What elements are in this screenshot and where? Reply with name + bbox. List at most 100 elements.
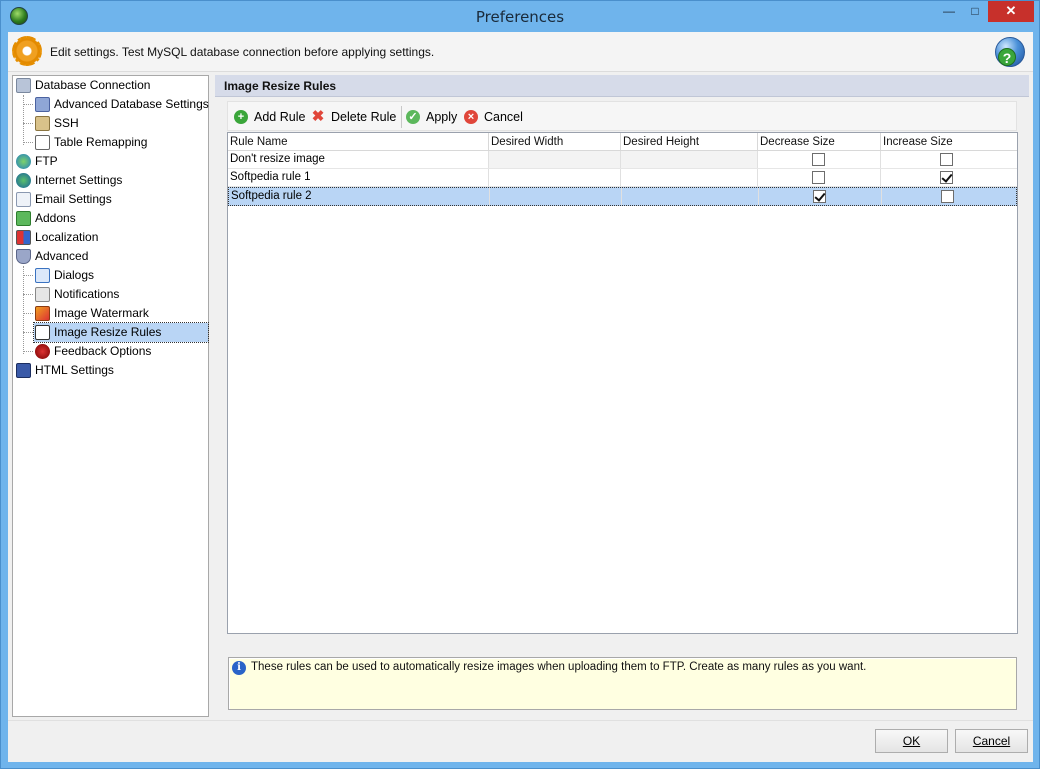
table-row[interactable]: Softpedia rule 2 bbox=[228, 187, 1017, 206]
database-icon bbox=[16, 78, 31, 93]
tree-item-addons[interactable]: Addons bbox=[15, 209, 76, 228]
decrease-size-checkbox[interactable] bbox=[812, 153, 825, 166]
cell-desired-height[interactable] bbox=[621, 151, 758, 168]
tree-item-advanced-database-settings[interactable]: Advanced Database Settings bbox=[34, 95, 209, 114]
tree-item-table-remapping[interactable]: Table Remapping bbox=[34, 133, 147, 152]
tree-item-advanced[interactable]: Advanced bbox=[15, 247, 88, 266]
tree-item-image-resize-rules[interactable]: Image Resize Rules bbox=[33, 322, 209, 343]
watermark-icon bbox=[35, 306, 50, 321]
tree-item-label: Internet Settings bbox=[35, 173, 123, 187]
settings-icon bbox=[35, 97, 50, 112]
preferences-window: Preferences — □ ✕ Edit settings. Test My… bbox=[0, 0, 1040, 769]
table-row[interactable]: Softpedia rule 1 bbox=[228, 169, 1017, 187]
cancel-icon: × bbox=[464, 110, 478, 124]
delete-rule-button[interactable]: ✖ Delete Rule bbox=[311, 108, 397, 126]
delete-icon: ✖ bbox=[311, 108, 325, 125]
table-row[interactable]: Don't resize image bbox=[228, 151, 1017, 169]
apply-label: Apply bbox=[426, 110, 458, 124]
help-question-mark: ? bbox=[998, 48, 1016, 66]
tree-item-dialogs[interactable]: Dialogs bbox=[34, 266, 94, 285]
column-decrease-size[interactable]: Decrease Size bbox=[758, 133, 881, 151]
tree-item-ftp[interactable]: FTP bbox=[15, 152, 58, 171]
globe-icon bbox=[16, 173, 31, 188]
cell-desired-width[interactable] bbox=[489, 169, 621, 186]
increase-size-checkbox[interactable] bbox=[941, 190, 954, 203]
hint-box: i These rules can be used to automatical… bbox=[228, 657, 1017, 710]
tree-item-localization[interactable]: Localization bbox=[15, 228, 98, 247]
info-icon: i bbox=[232, 661, 246, 675]
email-icon bbox=[16, 192, 31, 207]
rules-toolbar: + Add Rule ✖ Delete Rule ✓ Apply × Cance… bbox=[227, 101, 1017, 131]
cell-desired-height[interactable] bbox=[622, 188, 759, 205]
tree-item-html-settings[interactable]: HTML Settings bbox=[15, 361, 114, 380]
tree-item-notifications[interactable]: Notifications bbox=[34, 285, 119, 304]
table-icon bbox=[35, 135, 50, 150]
minimize-button[interactable]: — bbox=[936, 1, 962, 22]
tree-item-label: HTML Settings bbox=[35, 363, 114, 377]
tree-item-database-connection[interactable]: Database Connection bbox=[15, 76, 150, 95]
column-desired-width[interactable]: Desired Width bbox=[489, 133, 621, 151]
tree-item-label: Feedback Options bbox=[54, 344, 152, 358]
tree-item-label: Notifications bbox=[54, 287, 120, 301]
delete-rule-label: Delete Rule bbox=[331, 110, 397, 124]
apply-button[interactable]: ✓ Apply bbox=[406, 108, 457, 126]
cell-rule-name[interactable]: Softpedia rule 2 bbox=[229, 188, 490, 205]
bug-icon bbox=[35, 344, 50, 359]
window-title: Preferences bbox=[475, 8, 565, 26]
tree-item-email-settings[interactable]: Email Settings bbox=[15, 190, 112, 209]
cell-rule-name[interactable]: Don't resize image bbox=[228, 151, 489, 168]
tree-item-label: Image Watermark bbox=[54, 306, 149, 320]
rules-grid[interactable]: Rule Name Desired Width Desired Height D… bbox=[227, 132, 1018, 634]
grid-header: Rule Name Desired Width Desired Height D… bbox=[228, 133, 1017, 151]
settings-tree[interactable]: Database Connection Advanced Database Se… bbox=[12, 75, 209, 717]
info-bar: Edit settings. Test MySQL database conne… bbox=[8, 32, 1033, 72]
tree-item-label: Addons bbox=[35, 211, 76, 225]
cell-desired-width[interactable] bbox=[489, 151, 621, 168]
cell-desired-height[interactable] bbox=[621, 169, 758, 186]
cancel-edit-button[interactable]: × Cancel bbox=[464, 108, 523, 126]
tree-item-label: Table Remapping bbox=[54, 135, 148, 149]
ok-label: OK bbox=[902, 734, 921, 748]
decrease-size-checkbox[interactable] bbox=[812, 171, 825, 184]
increase-size-checkbox[interactable] bbox=[940, 171, 953, 184]
panel-title: Image Resize Rules bbox=[224, 79, 337, 93]
ok-button[interactable]: OK bbox=[875, 729, 948, 753]
tree-item-label: Advanced Database Settings bbox=[54, 97, 209, 111]
tree-item-internet-settings[interactable]: Internet Settings bbox=[15, 171, 122, 190]
html-icon bbox=[16, 363, 31, 378]
column-desired-height[interactable]: Desired Height bbox=[621, 133, 758, 151]
notification-icon bbox=[35, 287, 50, 302]
settings-panel: Image Resize Rules + Add Rule ✖ Delete R… bbox=[215, 75, 1029, 717]
add-rule-label: Add Rule bbox=[254, 110, 306, 124]
cell-rule-name[interactable]: Softpedia rule 1 bbox=[228, 169, 489, 186]
tree-item-label: Database Connection bbox=[35, 78, 151, 92]
tree-item-ssh[interactable]: SSH bbox=[34, 114, 79, 133]
panel-header: Image Resize Rules bbox=[215, 75, 1029, 97]
tree-item-label: Email Settings bbox=[35, 192, 112, 206]
increase-size-checkbox[interactable] bbox=[940, 153, 953, 166]
flag-icon bbox=[16, 230, 31, 245]
add-rule-button[interactable]: + Add Rule bbox=[234, 108, 305, 126]
puzzle-icon bbox=[16, 211, 31, 226]
close-button[interactable]: ✕ bbox=[988, 1, 1034, 22]
ftp-icon bbox=[16, 154, 31, 169]
plus-icon: + bbox=[234, 110, 248, 124]
dialog-icon bbox=[35, 268, 50, 283]
help-icon[interactable]: ? bbox=[995, 37, 1025, 67]
tree-item-label: Dialogs bbox=[54, 268, 95, 282]
resize-icon bbox=[35, 325, 50, 340]
info-text: Edit settings. Test MySQL database conne… bbox=[50, 45, 435, 59]
title-bar[interactable]: Preferences — □ ✕ bbox=[1, 1, 1039, 32]
tree-item-feedback-options[interactable]: Feedback Options bbox=[34, 342, 151, 361]
cell-desired-width[interactable] bbox=[490, 188, 622, 205]
tree-item-image-watermark[interactable]: Image Watermark bbox=[34, 304, 149, 323]
tree-item-label: Advanced bbox=[35, 249, 89, 263]
column-rule-name[interactable]: Rule Name bbox=[228, 133, 489, 151]
hint-text: These rules can be used to automatically… bbox=[251, 661, 867, 673]
column-increase-size[interactable]: Increase Size bbox=[881, 133, 1017, 151]
decrease-size-checkbox[interactable] bbox=[813, 190, 826, 203]
maximize-button[interactable]: □ bbox=[962, 1, 988, 22]
cancel-button[interactable]: Cancel bbox=[955, 729, 1028, 753]
cancel-edit-label: Cancel bbox=[484, 110, 523, 124]
dialog-footer: OK Cancel bbox=[8, 720, 1033, 762]
